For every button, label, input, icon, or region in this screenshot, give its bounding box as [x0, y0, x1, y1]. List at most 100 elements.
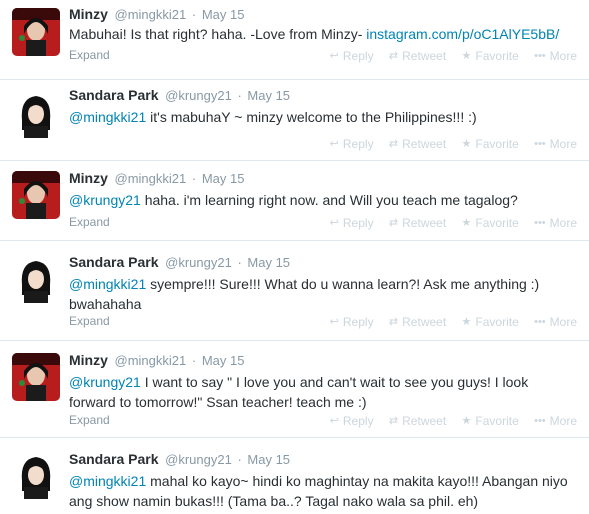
reply-icon: ↩ — [329, 316, 339, 328]
reply-button[interactable]: ↩ Reply — [330, 216, 374, 230]
reply-button[interactable]: ↩ Reply — [330, 414, 374, 428]
separator-dot: · — [237, 255, 242, 270]
tweet-actions: ↩ Reply ⇄ Retweet ★ Favorite ••• More — [318, 413, 577, 429]
tweet-actions: ↩ Reply ⇄ Retweet ★ Favorite ••• More — [318, 215, 577, 231]
more-button[interactable]: ••• More — [534, 414, 577, 428]
tweet-mention[interactable]: @krungy21 — [69, 374, 141, 390]
retweet-icon: ⇄ — [388, 50, 399, 62]
more-button[interactable]: ••• More — [534, 315, 577, 329]
star-icon: ★ — [461, 415, 472, 427]
ellipsis-icon: ••• — [534, 217, 546, 229]
favorite-button[interactable]: ★ Favorite — [462, 49, 519, 63]
ellipsis-icon: ••• — [534, 415, 546, 427]
tweet-timestamp[interactable]: May 15 — [202, 7, 245, 22]
expand-link[interactable]: Expand — [69, 48, 110, 62]
separator-dot: · — [191, 7, 197, 22]
tweet-actions: ↩ Reply ⇄ Retweet ★ Favorite ••• More — [318, 314, 577, 330]
tweet-author-name[interactable]: Minzy — [69, 170, 108, 186]
tweet-link[interactable]: instagram.com/p/oC1AlYE5bB/ — [366, 26, 559, 42]
tweet-text: @mingkki21 mahal ko kayo~ hindi ko maghi… — [69, 471, 577, 511]
tweet-author-handle[interactable]: @mingkki21 — [115, 353, 187, 368]
separator-dot: · — [237, 88, 242, 103]
tweet[interactable]: Minzy @mingkki21 · May 15 Mabuhai! Is th… — [0, 0, 589, 80]
tweet-mention[interactable]: @krungy21 — [69, 192, 141, 208]
retweet-button[interactable]: ⇄ Retweet — [389, 49, 446, 63]
tweet-timestamp[interactable]: May 15 — [247, 452, 290, 467]
tweet-author-handle[interactable]: @mingkki21 — [115, 7, 187, 22]
tweet-body: haha. i'm learning right now. and Will y… — [140, 192, 518, 208]
avatar-minzy[interactable] — [12, 171, 60, 219]
star-icon: ★ — [461, 138, 472, 150]
avatar-minzy[interactable] — [12, 8, 60, 56]
expand-link[interactable]: Expand — [69, 215, 110, 229]
tweet-text: @mingkki21 syempre!!! Sure!!! What do u … — [69, 274, 577, 314]
tweet-mention[interactable]: @mingkki21 — [69, 276, 146, 292]
star-icon: ★ — [461, 50, 472, 62]
tweet-author-handle[interactable]: @krungy21 — [165, 255, 232, 270]
tweet-mention[interactable]: @mingkki21 — [69, 109, 146, 125]
tweet-author-handle[interactable]: @krungy21 — [165, 88, 232, 103]
tweet-timestamp[interactable]: May 15 — [247, 88, 290, 103]
reply-button[interactable]: ↩ Reply — [330, 137, 374, 151]
tweet[interactable]: Minzy @mingkki21 · May 15 @krungy21 I wa… — [0, 341, 589, 438]
tweet-text: @krungy21 I want to say " I love you and… — [69, 372, 577, 412]
ellipsis-icon: ••• — [534, 138, 546, 150]
ellipsis-icon: ••• — [534, 316, 546, 328]
separator-dot: · — [191, 353, 197, 368]
separator-dot: · — [237, 452, 242, 467]
favorite-button[interactable]: ★ Favorite — [462, 414, 519, 428]
tweet-text: @mingkki21 it's mabuhaY ~ minzy welcome … — [69, 107, 577, 127]
retweet-button[interactable]: ⇄ Retweet — [389, 216, 446, 230]
retweet-button[interactable]: ⇄ Retweet — [389, 137, 446, 151]
tweet-actions: ↩ Reply ⇄ Retweet ★ Favorite ••• More — [318, 48, 577, 64]
reply-icon: ↩ — [329, 415, 339, 427]
retweet-icon: ⇄ — [388, 415, 399, 427]
tweet[interactable]: Sandara Park @krungy21 · May 15 @mingkki… — [0, 241, 589, 341]
reply-icon: ↩ — [329, 217, 339, 229]
tweet-text: @krungy21 haha. i'm learning right now. … — [69, 190, 577, 210]
favorite-button[interactable]: ★ Favorite — [462, 137, 519, 151]
tweet-author-name[interactable]: Sandara Park — [69, 87, 159, 103]
tweet-author-name[interactable]: Sandara Park — [69, 254, 159, 270]
tweet-timestamp[interactable]: May 15 — [202, 171, 245, 186]
reply-icon: ↩ — [329, 50, 339, 62]
tweet-mention[interactable]: @mingkki21 — [69, 473, 146, 489]
retweet-button[interactable]: ⇄ Retweet — [389, 414, 446, 428]
ellipsis-icon: ••• — [534, 50, 546, 62]
tweet-author-handle[interactable]: @mingkki21 — [115, 171, 187, 186]
retweet-icon: ⇄ — [388, 138, 399, 150]
more-button[interactable]: ••• More — [534, 49, 577, 63]
avatar-sandara[interactable] — [12, 451, 60, 499]
reply-icon: ↩ — [329, 138, 339, 150]
retweet-icon: ⇄ — [388, 217, 399, 229]
more-button[interactable]: ••• More — [534, 137, 577, 151]
tweet-body: Mabuhai! Is that right? haha. -Love from… — [69, 26, 367, 42]
tweet-timeline: Minzy @mingkki21 · May 15 Mabuhai! Is th… — [0, 0, 589, 514]
tweet[interactable]: Sandara Park @krungy21 · May 15 @mingkki… — [0, 80, 589, 161]
tweet-author-name[interactable]: Minzy — [69, 352, 108, 368]
tweet-actions: ↩ Reply ⇄ Retweet ★ Favorite ••• More — [318, 136, 577, 152]
more-button[interactable]: ••• More — [534, 216, 577, 230]
separator-dot: · — [191, 171, 197, 186]
reply-button[interactable]: ↩ Reply — [330, 49, 374, 63]
tweet-timestamp[interactable]: May 15 — [247, 255, 290, 270]
favorite-button[interactable]: ★ Favorite — [462, 315, 519, 329]
tweet[interactable]: Sandara Park @krungy21 · May 15 @mingkki… — [0, 438, 589, 514]
avatar-sandara[interactable] — [12, 90, 60, 138]
reply-button[interactable]: ↩ Reply — [330, 315, 374, 329]
tweet-author-name[interactable]: Minzy — [69, 6, 108, 22]
retweet-icon: ⇄ — [388, 316, 399, 328]
tweet-text: Mabuhai! Is that right? haha. -Love from… — [69, 24, 577, 44]
retweet-button[interactable]: ⇄ Retweet — [389, 315, 446, 329]
tweet-author-name[interactable]: Sandara Park — [69, 451, 159, 467]
star-icon: ★ — [461, 217, 472, 229]
avatar-sandara[interactable] — [12, 255, 60, 303]
tweet[interactable]: Minzy @mingkki21 · May 15 @krungy21 haha… — [0, 161, 589, 241]
favorite-button[interactable]: ★ Favorite — [462, 216, 519, 230]
expand-link[interactable]: Expand — [69, 314, 110, 328]
avatar-minzy[interactable] — [12, 353, 60, 401]
tweet-timestamp[interactable]: May 15 — [202, 353, 245, 368]
star-icon: ★ — [461, 316, 472, 328]
expand-link[interactable]: Expand — [69, 413, 110, 427]
tweet-author-handle[interactable]: @krungy21 — [165, 452, 232, 467]
